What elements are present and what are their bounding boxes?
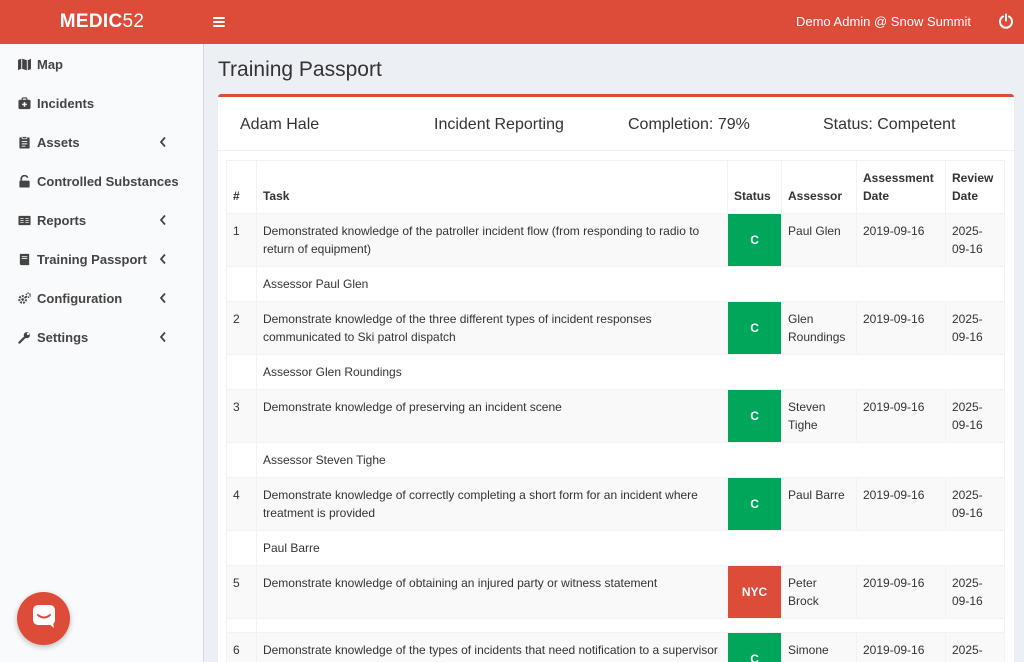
task-text: Demonstrate knowledge of the three diffe… (255, 301, 729, 355)
header-status: Status (727, 160, 783, 214)
table-header-row: # Task Status Assessor Assessment Date R… (226, 160, 1006, 214)
status-badge: C (727, 301, 783, 355)
table-row: 6 Demonstrate knowledge of the types of … (226, 632, 1006, 662)
sidebar-item-training-passport[interactable]: Training Passport (0, 240, 203, 279)
task-text: Demonstrate knowledge of the types of in… (255, 632, 729, 662)
task-text: Demonstrated knowledge of the patroller … (255, 213, 729, 267)
status-badge: C (727, 213, 783, 267)
assessor-note (255, 618, 1006, 633)
table-row: 1 Demonstrated knowledge of the patrolle… (226, 213, 1006, 267)
power-icon[interactable] (998, 13, 1014, 29)
task-text: Demonstrate knowledge of correctly compl… (255, 477, 729, 531)
tasks-table: # Task Status Assessor Assessment Date R… (226, 160, 1006, 662)
status-badge: C (727, 389, 783, 443)
chevron-left-icon (159, 331, 169, 343)
user-menu[interactable]: Demo Admin @ Snow Summit (796, 14, 971, 29)
header-num: # (226, 160, 257, 214)
module-name: Incident Reporting (434, 116, 564, 133)
task-text: Demonstrate knowledge of obtaining an in… (255, 565, 729, 619)
sidebar-item-configuration[interactable]: Configuration (0, 279, 203, 318)
chevron-left-icon (159, 292, 169, 304)
sidebar-item-reports[interactable]: Reports (0, 201, 203, 240)
sidebar-item-assets[interactable]: Assets (0, 123, 203, 162)
map-icon (18, 58, 31, 71)
assessor-note: Assessor Paul Glen (255, 266, 1006, 302)
completion-value: Completion: 79% (628, 116, 750, 133)
assessor-name: Paul Barre (781, 477, 857, 531)
id-card-icon (18, 214, 31, 227)
assessor-name: Peter Brock (781, 565, 857, 619)
header-review-date: Review Date (944, 160, 1006, 214)
assessor-note-row: Assessor Paul Glen (226, 266, 1006, 302)
header-assessment-date: Assessment Date (856, 160, 946, 214)
hamburger-icon (213, 17, 225, 19)
assessor-name: Glen Roundings (781, 301, 857, 355)
assessor-name: Paul Glen (781, 213, 857, 267)
clipboard-icon (18, 136, 31, 149)
table-row: 2 Demonstrate knowledge of the three dif… (226, 301, 1006, 355)
sidebar-toggle-button[interactable] (213, 12, 233, 32)
wrench-icon (18, 331, 31, 344)
unlock-icon (18, 175, 31, 188)
sidebar-item-settings[interactable]: Settings (0, 318, 203, 357)
assessor-note: Assessor Steven Tighe (255, 442, 1006, 478)
sidebar-item-incidents[interactable]: Incidents (0, 84, 203, 123)
status-badge: C (727, 477, 783, 531)
assessor-note: Paul Barre (255, 530, 1006, 566)
chevron-left-icon (159, 136, 169, 148)
medkit-icon (18, 97, 31, 110)
header-task: Task (255, 160, 729, 214)
passport-summary: Adam Hale Incident Reporting Completion:… (218, 97, 1014, 151)
assessor-name: Steven Tighe (781, 389, 857, 443)
chevron-left-icon (159, 214, 169, 226)
assessor-note-row: Assessor Glen Roundings (226, 354, 1006, 390)
status-badge: NYC (727, 565, 783, 619)
header-assessor: Assessor (781, 160, 857, 214)
app-logo[interactable]: MEDIC 52 (0, 0, 204, 44)
assessor-name: Simone Stevens (781, 632, 857, 662)
assessor-note: Assessor Glen Roundings (255, 354, 1006, 390)
assessor-note-row: Paul Barre (226, 530, 1006, 566)
table-row: 3 Demonstrate knowledge of preserving an… (226, 389, 1006, 443)
assessor-note-row (226, 618, 1006, 633)
book-icon (18, 253, 31, 266)
top-navbar: MEDIC 52 Demo Admin @ Snow Summit (0, 0, 1024, 44)
chevron-left-icon (159, 253, 169, 265)
page-title: Training Passport (218, 58, 382, 81)
status-value: Status: Competent (823, 116, 956, 133)
table-row: 5 Demonstrate knowledge of obtaining an … (226, 565, 1006, 619)
sidebar: Map Incidents Assets Controlled Substanc… (0, 44, 204, 662)
trainee-name: Adam Hale (240, 116, 320, 133)
sidebar-item-map[interactable]: Map (0, 45, 203, 84)
task-text: Demonstrate knowledge of preserving an i… (255, 389, 729, 443)
passport-box: Adam Hale Incident Reporting Completion:… (218, 94, 1014, 662)
gears-icon (18, 292, 31, 305)
chat-launcher-button[interactable] (17, 592, 70, 645)
assessor-note-row: Assessor Steven Tighe (226, 442, 1006, 478)
sidebar-item-controlled-substances[interactable]: Controlled Substances (0, 162, 203, 201)
status-badge: C (727, 632, 783, 662)
chat-icon (31, 603, 57, 634)
table-row: 4 Demonstrate knowledge of correctly com… (226, 477, 1006, 531)
